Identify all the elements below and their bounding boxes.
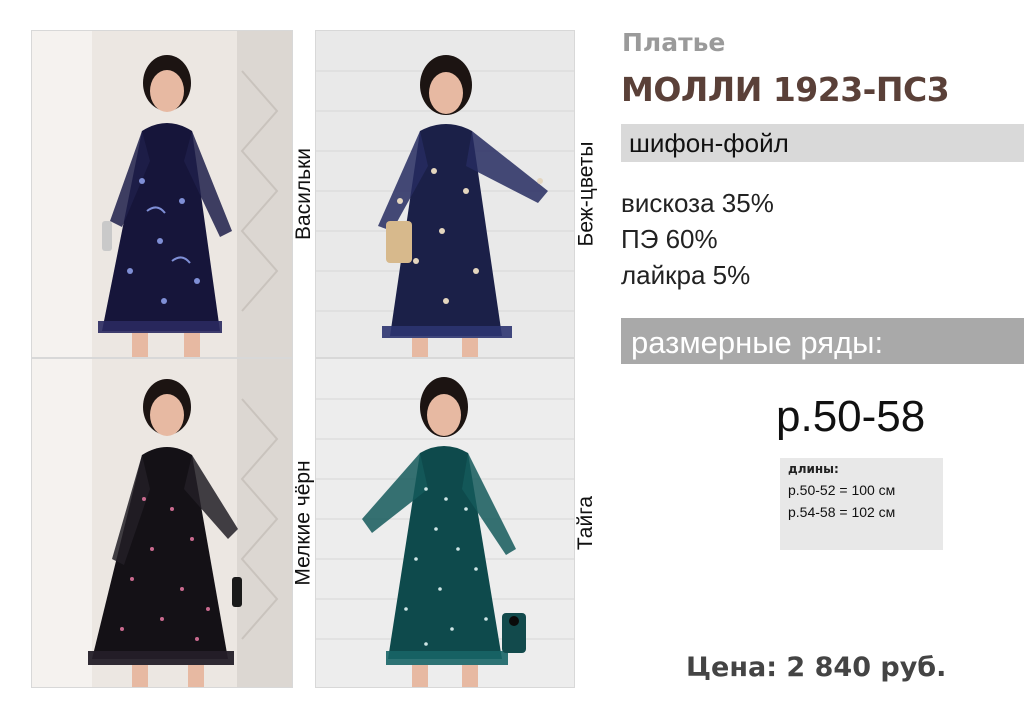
fabric-label: шифон-фойл (629, 128, 789, 158)
model-figure (316, 359, 574, 687)
product-title: МОЛЛИ 1923-ПС3 (621, 70, 950, 109)
sizes-band: размерные ряды: (621, 318, 1024, 364)
length-row: р.50-52 = 100 см (788, 482, 896, 498)
composition-item: вискоза 35% (621, 188, 774, 218)
model-figure (32, 31, 292, 357)
product-photo-tajga[interactable] (315, 358, 575, 688)
lengths-heading: длины: (788, 462, 839, 476)
length-row: р.54-58 = 102 см (788, 504, 896, 520)
color-label-tajga: Тайга (574, 358, 597, 688)
price: Цена: 2 840 руб. (686, 652, 947, 683)
composition-item: лайкра 5% (621, 260, 751, 290)
fabric-band: шифон-фойл (621, 124, 1024, 162)
size-range: р.50-58 (776, 392, 926, 441)
product-photo-vasilki[interactable] (31, 30, 293, 358)
color-label-vasilki: Васильки (292, 30, 315, 358)
model-figure (316, 31, 574, 357)
composition-item: ПЭ 60% (621, 224, 718, 254)
model-figure (32, 359, 292, 687)
lengths-box: длины: р.50-52 = 100 см р.54-58 = 102 см (780, 458, 943, 550)
color-label-bezh-cvety: Беж-цветы (574, 30, 597, 358)
product-photo-melkie-chern[interactable] (31, 358, 293, 688)
product-photo-bezh-cvety[interactable] (315, 30, 575, 358)
sizes-heading: размерные ряды: (631, 325, 884, 360)
product-category: Платье (622, 28, 726, 57)
color-label-melkie-chern: Мелкие чёрн (292, 358, 315, 688)
